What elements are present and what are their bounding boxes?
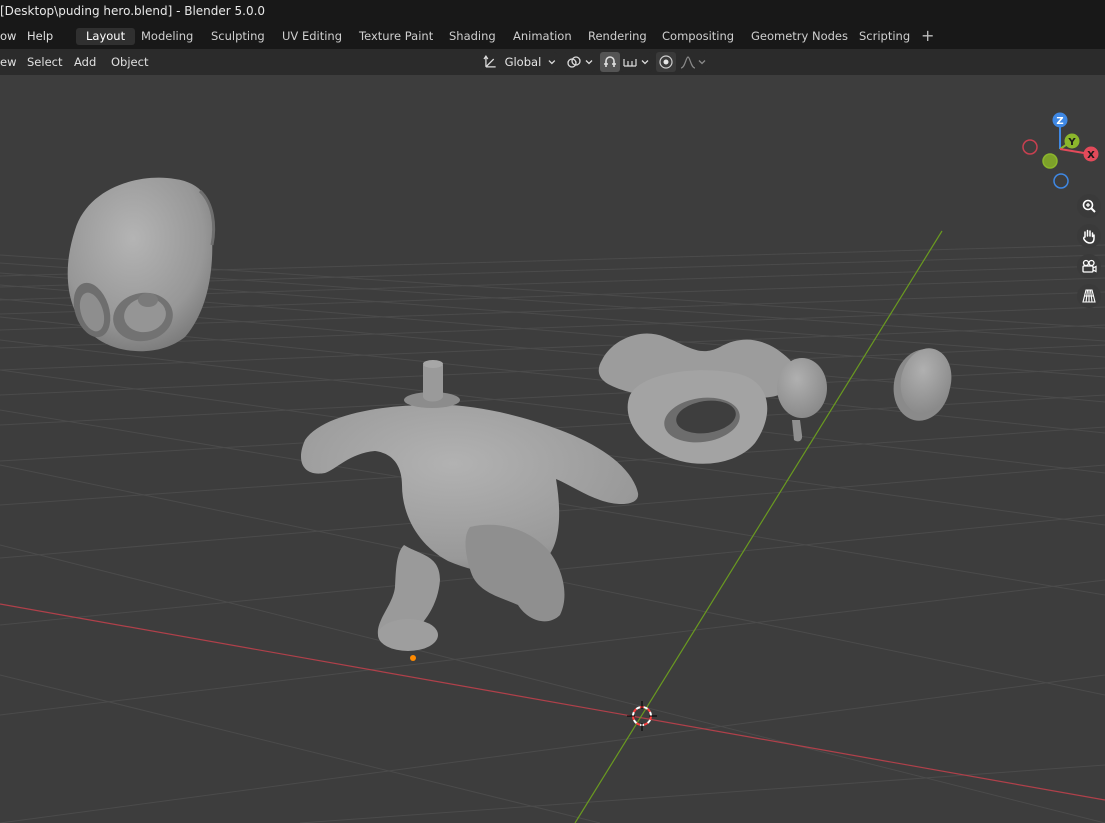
tab-compositing[interactable]: Compositing [652, 28, 744, 45]
top-menu-bar: ow Help Layout Modeling Sculpting UV Edi… [0, 24, 1105, 49]
tab-shading[interactable]: Shading [439, 28, 506, 45]
x-axis-handle: X [1083, 146, 1099, 162]
menu-window[interactable]: ow [0, 28, 16, 45]
snap-icon [604, 56, 616, 67]
camera-view-button[interactable] [1077, 254, 1101, 278]
plus-icon[interactable]: + [921, 26, 934, 45]
menu-help[interactable]: Help [27, 28, 53, 45]
disc-mesh[interactable] [887, 344, 957, 427]
z-axis-handle: Z [1052, 112, 1068, 128]
chevron-down-icon [641, 60, 649, 65]
neg-y-axis-handle [1042, 153, 1058, 169]
pivot-link-icon [567, 56, 581, 68]
neg-x-axis-handle [1022, 139, 1038, 155]
falloff-icon [680, 56, 696, 69]
title-bar: [Desktop\puding hero.blend] - Blender 5.… [0, 0, 1105, 24]
viewport-scene[interactable]: Z Y X [0, 75, 1105, 823]
menu-select[interactable]: Select [27, 54, 62, 70]
camera-icon [1082, 259, 1097, 273]
viewport-header: ew Select Add Object Global [0, 49, 1105, 75]
menu-view[interactable]: ew [0, 54, 16, 70]
x-axis-line [0, 603, 1105, 801]
tab-geometry-nodes[interactable]: Geometry Nodes [741, 28, 858, 45]
y-axis-label: Y [1067, 137, 1076, 148]
proportional-edit-toggle[interactable] [656, 52, 676, 72]
tab-texture-paint[interactable]: Texture Paint [349, 28, 443, 45]
mouth-mesh[interactable] [598, 333, 827, 464]
body-mesh[interactable] [301, 360, 639, 661]
chevron-down-icon [698, 60, 706, 65]
zoom-button[interactable] [1077, 194, 1101, 218]
neg-z-axis-handle [1053, 173, 1069, 189]
tab-scripting[interactable]: Scripting [849, 28, 920, 45]
tab-modeling[interactable]: Modeling [131, 28, 203, 45]
proportional-edit-icon [659, 55, 673, 69]
proportional-falloff-dropdown[interactable] [678, 52, 708, 72]
snap-toggle[interactable] [600, 52, 620, 72]
tab-animation[interactable]: Animation [503, 28, 582, 45]
y-axis-handle: Y [1064, 133, 1080, 149]
tab-rendering[interactable]: Rendering [578, 28, 657, 45]
chevron-down-icon [585, 60, 593, 65]
navigation-gizmo[interactable]: Z Y X [1022, 112, 1099, 189]
zoom-icon [1082, 199, 1096, 213]
x-axis-label: X [1087, 150, 1095, 161]
pivot-point-dropdown[interactable] [563, 52, 595, 72]
pan-button[interactable] [1077, 224, 1101, 248]
tab-uv-editing[interactable]: UV Editing [272, 28, 352, 45]
menu-object[interactable]: Object [111, 54, 148, 70]
window-title: [Desktop\puding hero.blend] - Blender 5.… [0, 4, 266, 18]
pan-hand-icon [1082, 229, 1095, 244]
object-origin-dot [410, 655, 416, 661]
tab-sculpting[interactable]: Sculpting [201, 28, 275, 45]
grid-perspective-icon [1082, 289, 1096, 303]
snap-increment-icon [623, 59, 637, 67]
z-axis-label: Z [1056, 116, 1063, 127]
head-mesh[interactable] [67, 177, 216, 352]
perspective-toggle-button[interactable] [1077, 284, 1101, 308]
menu-add[interactable]: Add [74, 54, 96, 70]
chevron-down-icon [548, 60, 556, 65]
tab-layout[interactable]: Layout [76, 28, 136, 45]
3d-viewport[interactable]: Z Y X [0, 75, 1105, 823]
transform-orientation-dropdown[interactable]: Global [479, 52, 557, 72]
transform-orientation-label: Global [504, 55, 542, 69]
transform-orientation-icon [483, 55, 496, 68]
snap-target-dropdown[interactable] [620, 52, 652, 72]
